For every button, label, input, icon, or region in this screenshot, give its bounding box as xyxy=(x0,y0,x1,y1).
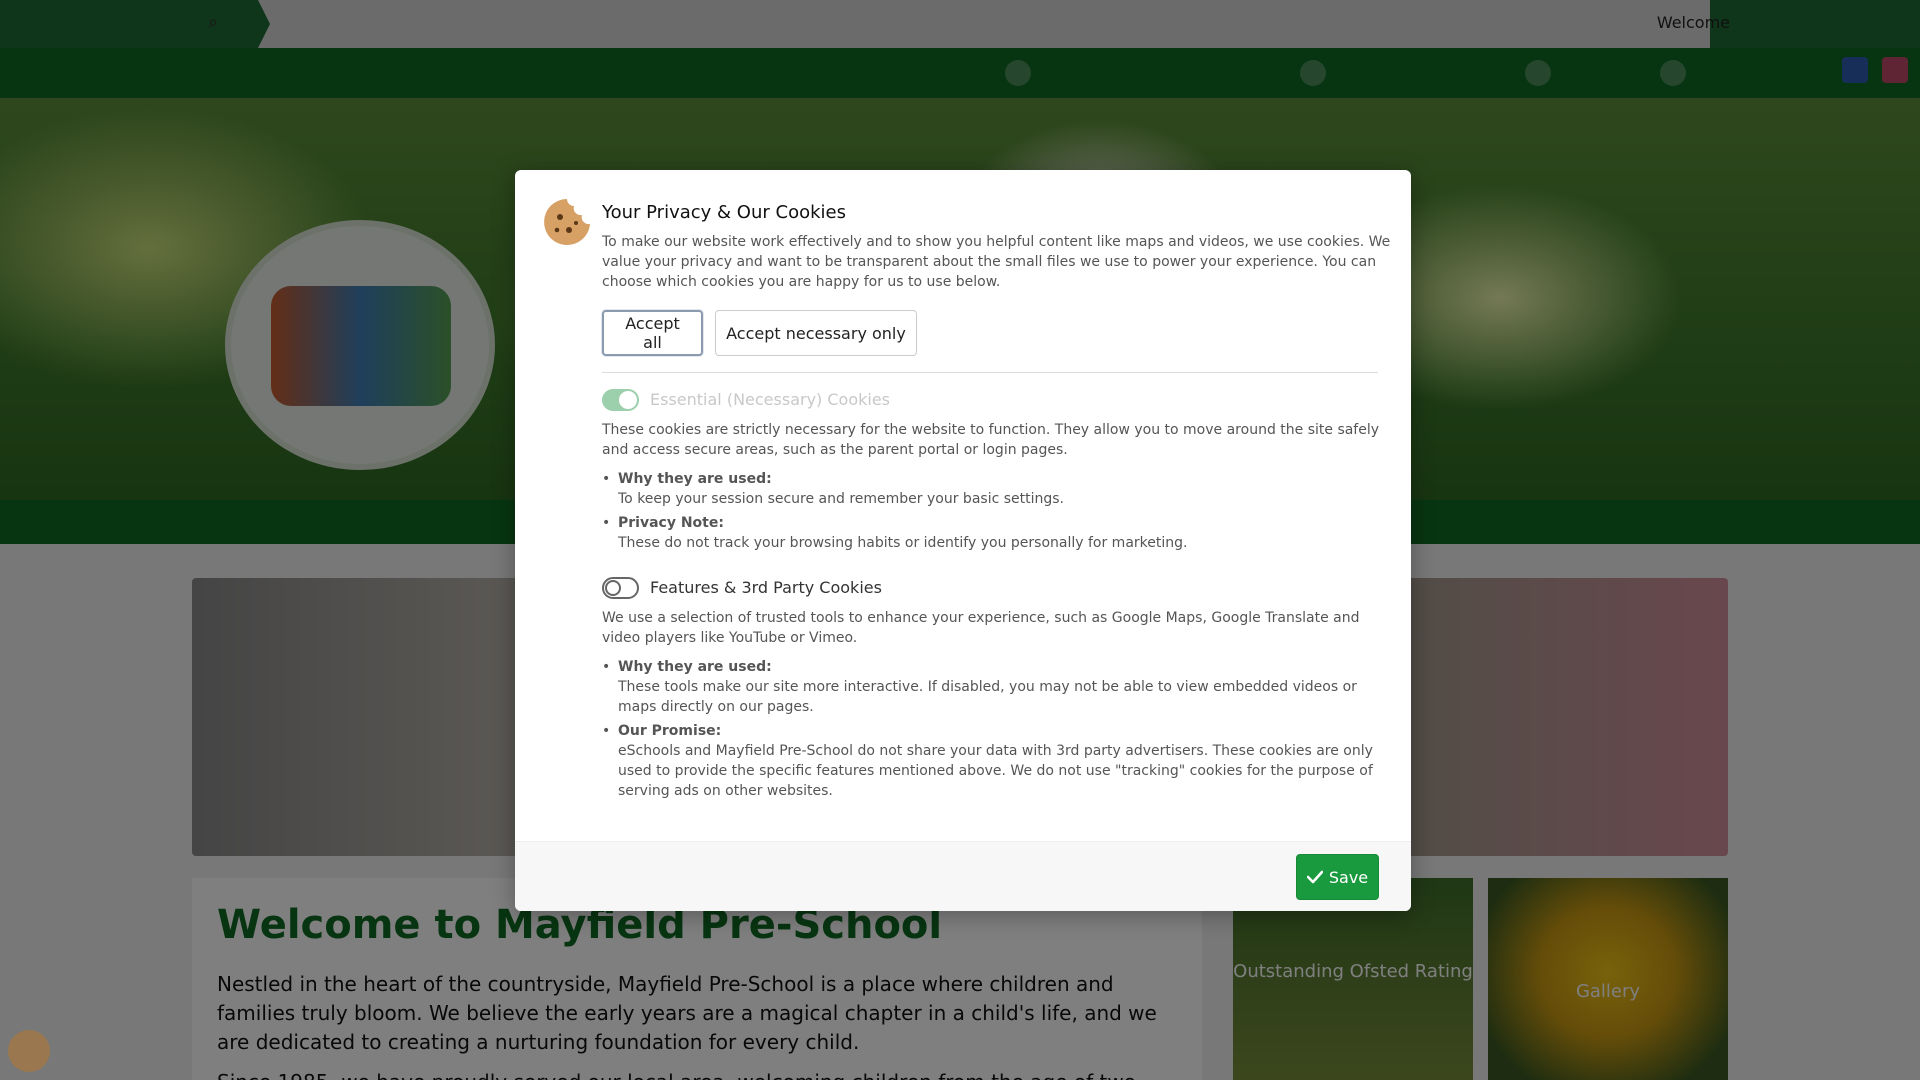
modal-title: Your Privacy & Our Cookies xyxy=(602,202,846,223)
bullet-text: These tools make our site more interacti… xyxy=(618,679,1357,715)
bullet-dot: • xyxy=(602,471,611,487)
save-button[interactable]: Save xyxy=(1296,854,1379,900)
toggle-knob xyxy=(605,580,621,596)
essential-cookies-title: Essential (Necessary) Cookies xyxy=(650,390,891,409)
bullet-dot: • xyxy=(602,659,611,675)
features-cookies-description: We use a selection of trusted tools to e… xyxy=(602,610,1360,646)
save-button-label: Save xyxy=(1328,867,1369,887)
cookie-consent-modal: Your Privacy & Our Cookies To make our w… xyxy=(515,170,1411,911)
accept-all-button[interactable]: Accept all xyxy=(602,310,703,356)
bullet-text: eSchools and Mayfield Pre-School do not … xyxy=(618,743,1373,799)
features-cookies-title: Features & 3rd Party Cookies xyxy=(650,578,882,597)
accept-necessary-button[interactable]: Accept necessary only xyxy=(715,310,917,356)
section-divider xyxy=(602,372,1378,373)
bullet-text: These do not track your browsing habits … xyxy=(618,535,1188,551)
essential-cookies-description: These cookies are strictly necessary for… xyxy=(602,422,1380,458)
bullet-title: Privacy Note: xyxy=(618,515,724,531)
bullet-title: Our Promise: xyxy=(618,723,722,739)
features-cookies-toggle[interactable] xyxy=(602,577,639,599)
modal-intro: To make our website work effectively and… xyxy=(602,234,1391,290)
bullet-text: To keep your session secure and remember… xyxy=(618,491,1065,507)
bullet-title: Why they are used: xyxy=(618,659,772,675)
toggle-knob xyxy=(619,391,637,409)
bullet-dot: • xyxy=(602,723,611,739)
check-icon xyxy=(1306,870,1323,884)
essential-cookies-toggle xyxy=(602,389,639,411)
modal-footer: Save xyxy=(515,841,1411,911)
cookie-settings-fab[interactable] xyxy=(8,1030,50,1072)
cookie-icon xyxy=(544,199,590,245)
bullet-title: Why they are used: xyxy=(618,471,772,487)
bullet-dot: • xyxy=(602,515,611,531)
